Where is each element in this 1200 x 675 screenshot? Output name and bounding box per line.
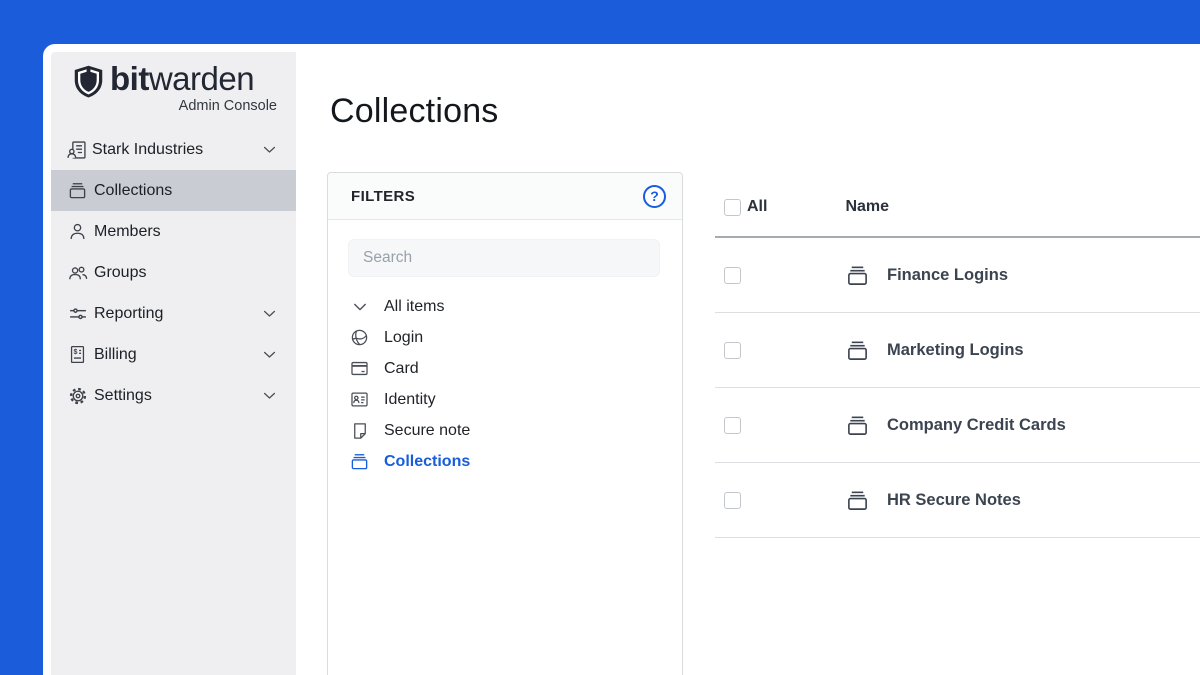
collections-table: All Name Finance Logins — [715, 178, 1200, 538]
filter-item-label: Login — [384, 329, 423, 347]
table-row[interactable]: Finance Logins — [715, 238, 1200, 313]
collection-name-link[interactable]: Marketing Logins — [887, 341, 1024, 360]
brand-name: bitwarden — [110, 60, 254, 98]
filter-item-label: Collections — [384, 453, 470, 471]
svg-text:$: $ — [74, 348, 78, 356]
users-icon — [67, 262, 88, 283]
page-title: Collections — [330, 92, 499, 131]
collection-icon — [845, 264, 870, 287]
bitwarden-logo: bitwarden Admin Console — [51, 52, 296, 124]
card-icon — [349, 358, 370, 379]
search-input[interactable] — [348, 239, 660, 277]
filter-item-login[interactable]: Login — [328, 322, 682, 353]
filter-item-label: Secure note — [384, 422, 470, 440]
app-window: bitwarden Admin Console Stark Industries — [43, 44, 1200, 675]
id-card-icon — [349, 389, 370, 410]
collection-name-link[interactable]: HR Secure Notes — [887, 491, 1021, 510]
sidebar-item-label: Billing — [94, 346, 261, 364]
select-all-checkbox[interactable] — [724, 199, 741, 216]
chevron-down-icon — [261, 387, 278, 404]
table-row[interactable]: Marketing Logins — [715, 313, 1200, 388]
filter-item-label: All items — [384, 298, 444, 316]
chevron-down-icon — [261, 346, 278, 363]
chevron-down-icon — [261, 141, 278, 158]
sidebar: bitwarden Admin Console Stark Industries — [51, 52, 296, 675]
filters-panel: FILTERS ? All items — [327, 172, 683, 675]
table-row[interactable]: Company Credit Cards — [715, 388, 1200, 463]
filter-item-all-items[interactable]: All items — [328, 291, 682, 322]
collection-icon — [67, 180, 88, 201]
filter-item-identity[interactable]: Identity — [328, 384, 682, 415]
brand-subtitle: Admin Console — [179, 98, 277, 114]
org-switcher[interactable]: Stark Industries — [51, 134, 296, 165]
collection-icon — [845, 414, 870, 437]
row-checkbox[interactable] — [724, 492, 741, 509]
main-content: Collections FILTERS ? All items — [296, 44, 1200, 675]
filters-header: FILTERS ? — [328, 173, 682, 220]
collection-icon — [845, 489, 870, 512]
row-checkbox[interactable] — [724, 342, 741, 359]
sidebar-item-collections[interactable]: Collections — [51, 170, 296, 211]
filter-item-card[interactable]: Card — [328, 353, 682, 384]
sliders-icon — [67, 303, 88, 324]
row-checkbox[interactable] — [724, 267, 741, 284]
filter-list: All items Login — [328, 291, 682, 477]
sidebar-item-billing[interactable]: $ Billing — [51, 334, 296, 375]
collection-icon — [349, 451, 370, 472]
filter-item-collections[interactable]: Collections — [328, 446, 682, 477]
sidebar-item-label: Groups — [94, 264, 278, 282]
user-icon — [67, 221, 88, 242]
filter-item-label: Card — [384, 360, 419, 378]
name-column-header: Name — [845, 198, 889, 216]
collection-name-link[interactable]: Company Credit Cards — [887, 416, 1066, 435]
sidebar-item-label: Reporting — [94, 305, 261, 323]
gear-icon — [67, 385, 88, 406]
note-icon — [349, 420, 370, 441]
invoice-icon: $ — [67, 344, 88, 365]
filter-item-secure-note[interactable]: Secure note — [328, 415, 682, 446]
row-checkbox[interactable] — [724, 417, 741, 434]
desktop-background: bitwarden Admin Console Stark Industries — [0, 0, 1200, 675]
collection-icon — [845, 339, 870, 362]
help-icon[interactable]: ? — [643, 185, 666, 208]
sidebar-item-members[interactable]: Members — [51, 211, 296, 252]
organization-icon — [66, 139, 87, 160]
sidebar-nav: Collections Members — [51, 170, 296, 416]
sidebar-item-reporting[interactable]: Reporting — [51, 293, 296, 334]
select-all-label: All — [747, 198, 767, 216]
table-row[interactable]: HR Secure Notes — [715, 463, 1200, 538]
filter-item-label: Identity — [384, 391, 436, 409]
shield-logo-icon — [72, 61, 105, 102]
sidebar-item-label: Members — [94, 223, 278, 241]
globe-icon — [349, 327, 370, 348]
org-switcher-label: Stark Industries — [92, 141, 261, 159]
sidebar-item-label: Collections — [94, 182, 278, 200]
filters-title: FILTERS — [351, 188, 415, 205]
chevron-down-icon — [261, 305, 278, 322]
chevron-down-icon — [349, 296, 370, 317]
sidebar-item-settings[interactable]: Settings — [51, 375, 296, 416]
sidebar-item-groups[interactable]: Groups — [51, 252, 296, 293]
collection-name-link[interactable]: Finance Logins — [887, 266, 1008, 285]
table-header-row: All Name — [715, 178, 1200, 238]
sidebar-item-label: Settings — [94, 387, 261, 405]
